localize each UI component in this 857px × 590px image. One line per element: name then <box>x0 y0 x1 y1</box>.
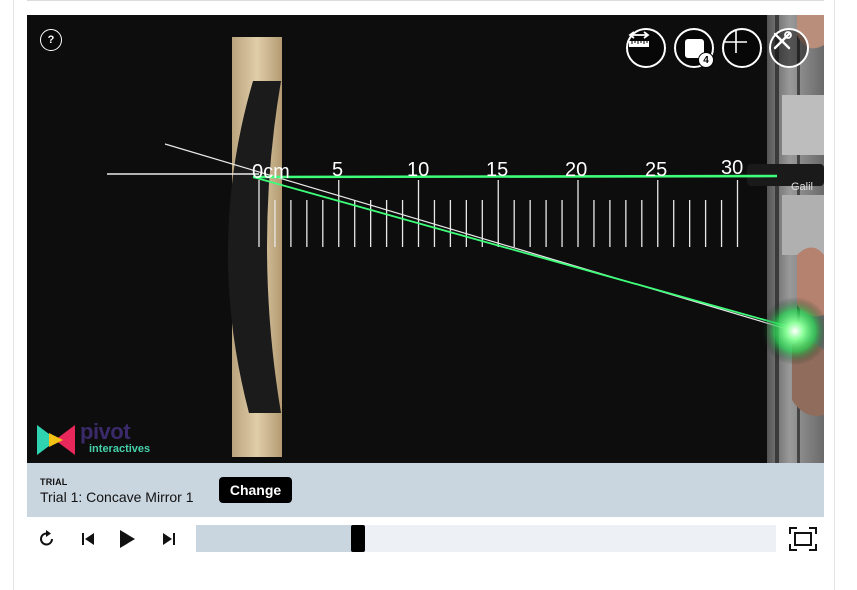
trial-label: TRIAL <box>40 477 68 487</box>
top-divider <box>27 0 824 1</box>
pivot-logo-mark <box>37 425 75 455</box>
trial-name: Trial 1: Concave Mirror 1 <box>40 489 194 505</box>
logo-subtitle: interactives <box>89 443 151 455</box>
help-button[interactable]: ? <box>40 29 62 51</box>
restart-button[interactable] <box>36 527 58 551</box>
frame-marker-button[interactable]: 4 <box>674 28 714 68</box>
ruler-ticks <box>258 180 739 247</box>
crosshair-icon <box>725 31 747 53</box>
ruler-labels: 0cm 5 10 15 20 25 30 <box>252 157 743 183</box>
rail-brand-text: Galil <box>791 181 813 193</box>
ruler-label-30: 30 <box>721 157 743 179</box>
pivot-logo: pivot interactives <box>35 417 165 459</box>
play-button[interactable] <box>116 527 138 551</box>
laser-beam-reflected <box>252 176 798 330</box>
logo-word: pivot <box>80 419 131 444</box>
timeline-progress <box>196 525 358 552</box>
step-forward-button[interactable] <box>159 527 179 551</box>
ruler-label-20: 20 <box>565 159 587 181</box>
step-back-button[interactable] <box>78 527 98 551</box>
ruler-label-25: 25 <box>645 159 667 181</box>
video-viewer[interactable]: 0cm 5 10 15 20 25 30 Galil ? 4 pivot int… <box>27 15 824 463</box>
ruler-label-0: 0cm <box>252 161 290 183</box>
restart-icon <box>40 530 53 546</box>
change-trial-button[interactable]: Change <box>219 477 292 503</box>
tools-button[interactable] <box>769 28 809 68</box>
ruler-tool-button[interactable] <box>626 28 666 68</box>
fullscreen-button[interactable] <box>789 527 817 551</box>
step-back-icon <box>82 533 94 545</box>
marker-count-badge: 4 <box>698 52 714 68</box>
ruler-label-10: 10 <box>407 159 429 181</box>
tools-icon <box>773 31 792 50</box>
video-frame: 0cm 5 10 15 20 25 30 Galil <box>107 15 824 463</box>
trial-bar: TRIAL Trial 1: Concave Mirror 1 Change <box>27 463 824 517</box>
ruler-label-15: 15 <box>486 159 508 181</box>
timeline-handle[interactable] <box>350 525 365 552</box>
ruler-tool-icon <box>628 31 650 47</box>
step-forward-icon <box>163 533 175 545</box>
fullscreen-icon <box>789 527 817 551</box>
play-icon <box>120 530 135 548</box>
crosshair-button[interactable] <box>722 28 762 68</box>
timeline-scrubber[interactable] <box>196 525 776 552</box>
ruler-label-5: 5 <box>332 159 343 181</box>
